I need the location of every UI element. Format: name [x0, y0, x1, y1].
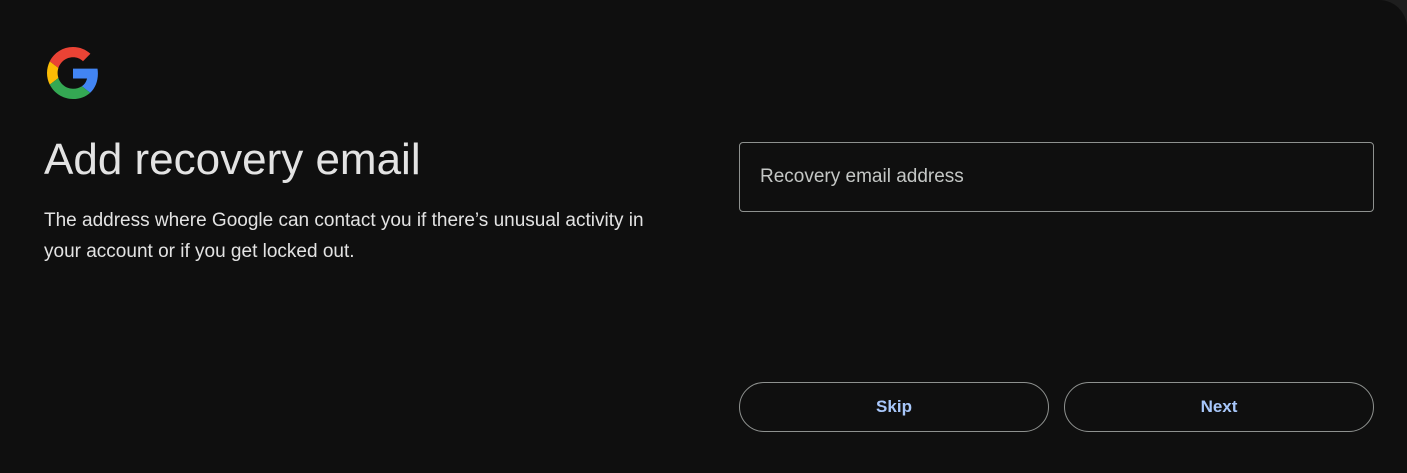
page-title: Add recovery email — [44, 135, 421, 184]
next-button[interactable]: Next — [1064, 382, 1374, 432]
page-description: The address where Google can contact you… — [44, 210, 644, 262]
skip-button[interactable]: Skip — [739, 382, 1049, 432]
google-logo-icon — [47, 47, 98, 99]
recovery-email-input[interactable] — [739, 142, 1374, 212]
recovery-email-card: Add recovery email The address where Goo… — [0, 0, 1407, 473]
